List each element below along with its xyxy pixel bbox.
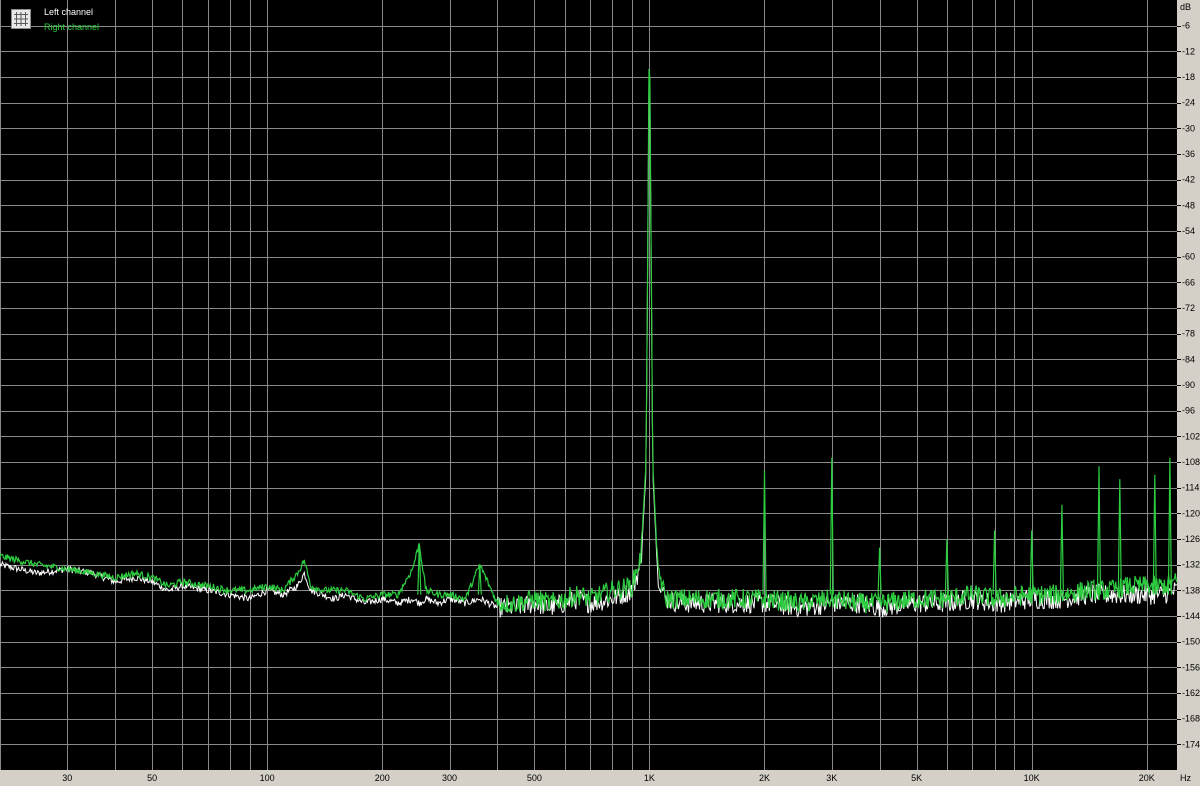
y-tick-label: -66: [1182, 277, 1195, 287]
y-tick-label: -24: [1182, 98, 1195, 108]
legend-grid-icon[interactable]: [11, 9, 31, 29]
y-tick-label: -42: [1182, 175, 1195, 185]
y-tick-label: -150: [1182, 637, 1200, 647]
y-tick-labels: -6 -12 -18 -24 -30 -36 -42 -48 -54 -60 -66 -72 -78 -8…: [1177, 21, 1200, 749]
y-tick-label: -30: [1182, 123, 1195, 133]
y-tick-label: -120: [1182, 508, 1200, 518]
y-tick-label: -6: [1182, 21, 1190, 31]
x-tick-label: 100: [260, 773, 275, 783]
x-tick-label: 500: [527, 773, 542, 783]
y-tick-label: -84: [1182, 354, 1195, 364]
y-tick-label: -102: [1182, 431, 1200, 441]
y-tick-label: -96: [1182, 406, 1195, 416]
legend-right-channel: Right channel: [44, 22, 100, 32]
y-tick-label: -138: [1182, 585, 1200, 595]
x-unit-label: Hz: [1180, 773, 1191, 783]
y-tick-label: -36: [1182, 149, 1195, 159]
y-tick-label: -72: [1182, 303, 1195, 313]
x-tick-label: 3K: [826, 773, 837, 783]
x-tick-label: 2K: [759, 773, 770, 783]
y-tick-label: -108: [1182, 457, 1200, 467]
x-tick-label: 20K: [1139, 773, 1155, 783]
y-tick-label: -48: [1182, 200, 1195, 210]
y-tick-label: -126: [1182, 534, 1200, 544]
y-tick-label: -90: [1182, 380, 1195, 390]
y-tick-label: -78: [1182, 329, 1195, 339]
x-tick-label: 200: [375, 773, 390, 783]
y-tick-label: -18: [1182, 72, 1195, 82]
spectrum-chart: -6 -12 -18 -24 -30 -36 -42 -48 -54 -60 -66 -72 -78 -8…: [0, 0, 1200, 783]
y-tick-label: -144: [1182, 611, 1200, 621]
y-tick-label: -168: [1182, 714, 1200, 724]
y-unit-label: dB: [1180, 2, 1191, 12]
y-tick-label: -60: [1182, 252, 1195, 262]
chart-frame: -6 -12 -18 -24 -30 -36 -42 -48 -54 -60 -66 -72 -78 -8…: [0, 0, 1200, 786]
y-tick-label: -54: [1182, 226, 1195, 236]
y-tick-label: -132: [1182, 560, 1200, 570]
x-tick-labels: 30 50 100 200 300 500 1K 2K 3K 5K 10K 20K: [62, 773, 1154, 783]
y-tick-label: -156: [1182, 662, 1200, 672]
x-tick-label: 1K: [644, 773, 655, 783]
y-tick-label: -174: [1182, 739, 1200, 749]
x-tick-label: 10K: [1024, 773, 1040, 783]
y-tick-label: -114: [1182, 483, 1199, 493]
legend-left-channel: Left channel: [44, 7, 94, 17]
y-tick-label: -162: [1182, 688, 1200, 698]
x-tick-label: 50: [147, 773, 157, 783]
x-tick-label: 300: [442, 773, 457, 783]
x-tick-label: 30: [62, 773, 72, 783]
legend: Left channel Right channel: [8, 6, 128, 36]
x-tick-label: 5K: [911, 773, 922, 783]
y-tick-label: -12: [1182, 46, 1195, 56]
